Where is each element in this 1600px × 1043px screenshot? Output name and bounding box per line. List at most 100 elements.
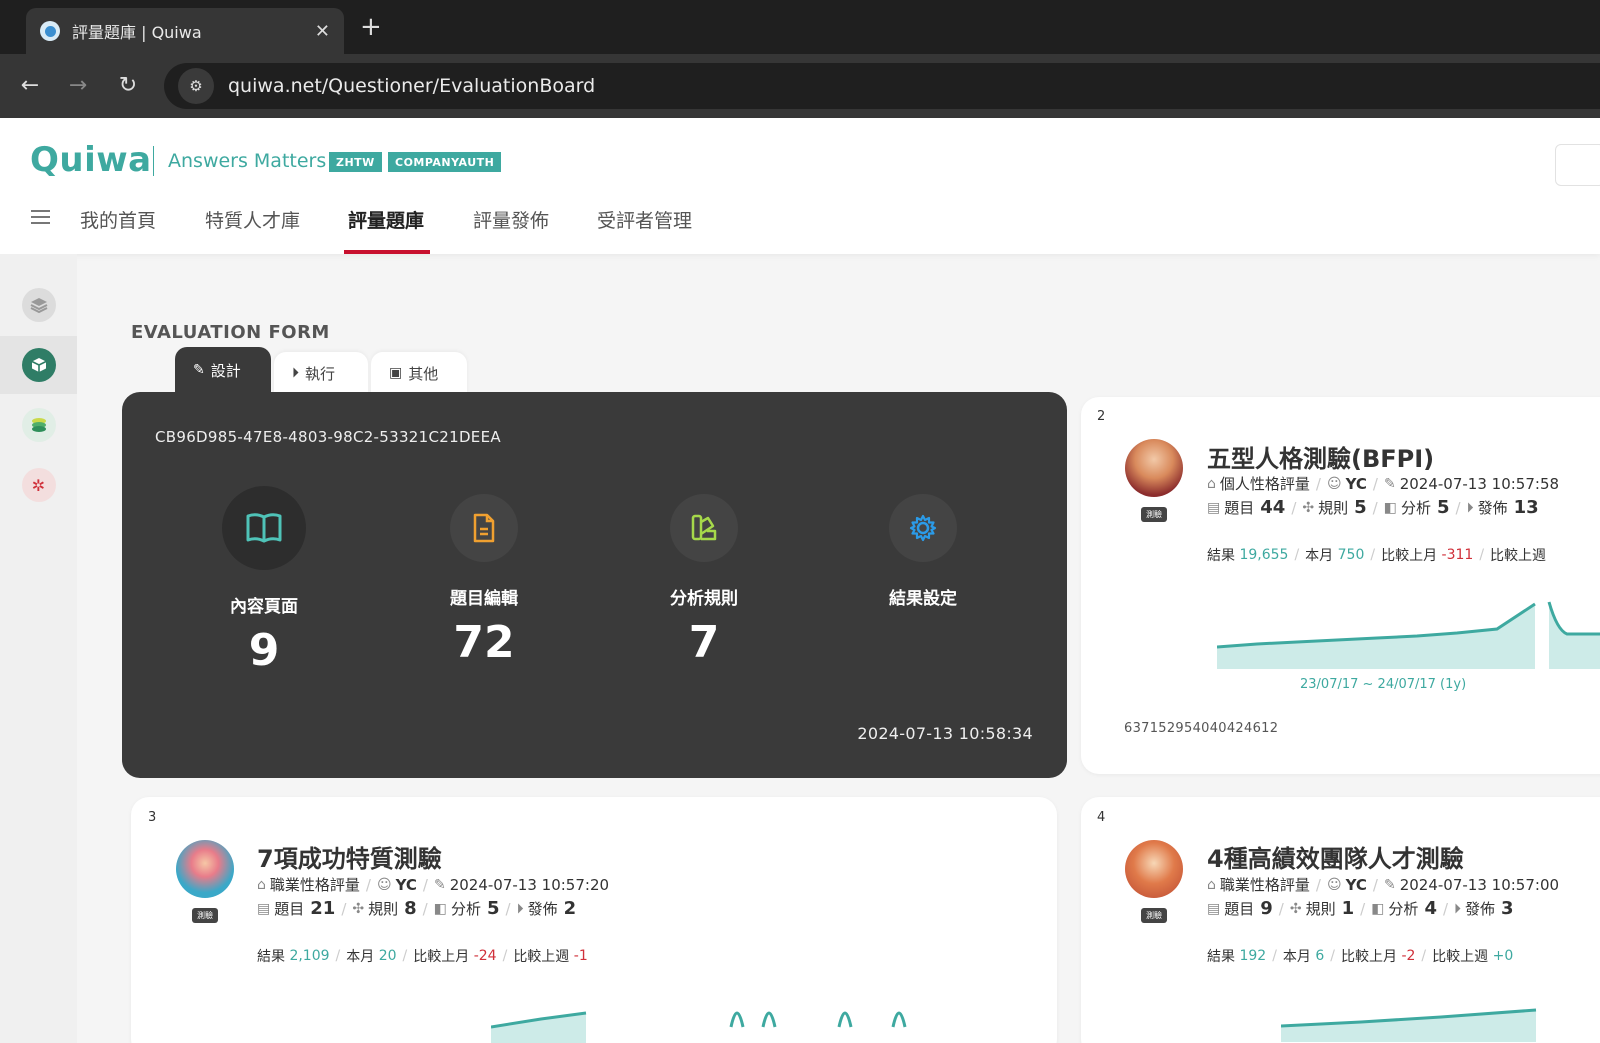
trend-sparkline xyxy=(1281,1008,1537,1042)
palette-icon: ◧ xyxy=(433,900,447,917)
card-counts-line: ▤ 題目 21 /✣ 規則 8 /◧ 分析 5 /⏵ 發佈 2 xyxy=(257,898,577,919)
palette-icon: ◧ xyxy=(1371,900,1385,917)
publish-label: 發佈 xyxy=(1477,499,1508,517)
category: 個人性格評量 xyxy=(1219,475,1310,493)
month-label: 本月 xyxy=(1282,949,1311,965)
card-title[interactable]: 7項成功特質測驗 xyxy=(257,839,442,874)
analysis-count: 5 xyxy=(486,898,500,919)
results-label: 結果 xyxy=(1207,949,1235,965)
questions-label: 題目 xyxy=(1224,499,1255,517)
header-right-control[interactable] xyxy=(1555,144,1600,186)
card-results-line: 結果 2,109 /本月 20 /比較上月 -24 /比較上週 -1 xyxy=(257,948,588,965)
card-number: 2 xyxy=(1097,409,1106,424)
test-type-badge: 測驗 xyxy=(1141,908,1167,923)
book-icon xyxy=(222,486,306,570)
publish-label: 發佈 xyxy=(1465,900,1496,918)
rail-item-forms[interactable] xyxy=(0,336,77,394)
url-text[interactable]: quiwa.net/Questioner/EvaluationBoard xyxy=(228,75,595,97)
reload-icon[interactable]: ↻ xyxy=(113,70,143,100)
active-nav-indicator xyxy=(344,250,430,254)
palette-icon: ◧ xyxy=(1383,499,1397,516)
results-value: 2,109 xyxy=(289,948,330,964)
tab-other[interactable]: ▣ 其他 xyxy=(371,352,467,394)
trend-sparkline xyxy=(1217,601,1600,669)
site-settings-icon[interactable]: ⚙ xyxy=(178,68,214,104)
card-meta-line: ⌂ 個人性格評量 / ☺ YC / ✎ 2024-07-13 10:57:58 xyxy=(1207,474,1560,494)
left-rail: ✲ xyxy=(0,254,77,1043)
nav-respondent-management[interactable]: 受評者管理 xyxy=(597,206,692,233)
forward-icon[interactable]: → xyxy=(63,70,93,100)
play-circle-icon: ⏵ xyxy=(1454,900,1462,917)
chart-range-label: 23/07/17 ~ 24/07/17 (1y) xyxy=(1300,677,1467,692)
browser-tab-strip: 評量題庫 | Quiwa ✕ + xyxy=(0,0,1600,54)
month-value: 750 xyxy=(1337,547,1365,563)
rail-item-coins[interactable] xyxy=(0,396,77,454)
author: YC xyxy=(1345,875,1367,894)
close-tab-icon[interactable]: ✕ xyxy=(315,21,330,42)
quiwa-logo[interactable]: Quiwa xyxy=(30,140,152,180)
user-icon: ☺ xyxy=(376,876,392,893)
card-counts-line: ▤ 題目 9 /✣ 規則 1 /◧ 分析 4 /⏵ 發佈 3 xyxy=(1207,898,1514,919)
browser-tab[interactable]: 評量題庫 | Quiwa ✕ xyxy=(26,8,344,54)
month-value: 20 xyxy=(378,948,397,964)
stat-value: 7 xyxy=(688,617,720,668)
form-card-4[interactable]: 4 測驗 4種高績效團隊人才測驗 ⌂ 職業性格評量 / ☺ YC / ✎ 2024-07-… xyxy=(1081,797,1600,1043)
month-label: 本月 xyxy=(1305,548,1334,564)
url-bar[interactable]: ⚙ quiwa.net/Questioner/EvaluationBoard xyxy=(164,63,1600,109)
box-icon xyxy=(21,348,56,382)
stat-label: 結果設定 xyxy=(889,589,957,609)
tab-execute-label: 執行 xyxy=(305,364,336,383)
analysis-count: 4 xyxy=(1424,898,1437,919)
vs-week-label: 比較上週 xyxy=(1432,949,1489,965)
card-meta-line: ⌂ 職業性格評量 / ☺ YC / ✎ 2024-07-13 10:57:20 xyxy=(257,875,610,895)
document-icon: ▤ xyxy=(257,900,271,917)
tag-icon: ⌂ xyxy=(257,876,266,893)
author: YC xyxy=(395,875,417,894)
vs-week-label: 比較上週 xyxy=(1490,548,1547,564)
vs-week-label: 比較上週 xyxy=(513,949,570,965)
publish-label: 發佈 xyxy=(527,900,558,918)
analysis-label: 分析 xyxy=(1400,499,1431,517)
tab-design[interactable]: ✎ 設計 xyxy=(175,347,271,393)
stat-result-settings[interactable]: 結果設定 xyxy=(823,494,1023,617)
stat-analysis-rules[interactable]: 分析規則 7 xyxy=(604,494,804,668)
new-tab-icon[interactable]: + xyxy=(360,12,382,42)
form-card-3[interactable]: 3 測驗 7項成功特質測驗 ⌂ 職業性格評量 / ☺ YC / ✎ 2024-07-13 … xyxy=(131,797,1057,1043)
form-updated-date: 2024-07-13 10:58:34 xyxy=(857,724,1033,743)
stat-question-edit[interactable]: 題目編輯 72 xyxy=(384,494,584,668)
author: YC xyxy=(1345,474,1367,493)
month-label: 本月 xyxy=(346,949,375,965)
hamburger-menu-icon[interactable] xyxy=(31,210,50,224)
quiwa-favicon-icon xyxy=(40,21,60,41)
play-circle-icon: ⏵ xyxy=(516,900,524,917)
vs-month-value: -24 xyxy=(473,948,497,964)
palette-icon xyxy=(670,494,738,562)
active-form-card: CB96D985-47E8-4803-98C2-53321C21DEEA 內容頁… xyxy=(122,392,1067,778)
document-icon: ▤ xyxy=(1207,900,1221,917)
layers-icon xyxy=(21,288,56,322)
nav-evaluation-bank[interactable]: 評量題庫 xyxy=(348,206,424,233)
coins-icon xyxy=(21,408,56,442)
rules-count: 8 xyxy=(404,898,417,919)
rail-item-bug[interactable]: ✲ xyxy=(0,456,77,514)
stat-content-pages[interactable]: 內容頁面 9 xyxy=(164,486,364,676)
nav-home[interactable]: 我的首頁 xyxy=(80,206,156,233)
back-icon[interactable]: ← xyxy=(15,70,45,100)
card-number: 4 xyxy=(1097,810,1106,825)
card-title[interactable]: 4種高績效團隊人才測驗 xyxy=(1207,839,1464,874)
stat-label: 題目編輯 xyxy=(450,589,518,609)
card-title[interactable]: 五型人格測驗(BFPI) xyxy=(1207,439,1434,474)
rail-item-layers[interactable] xyxy=(0,276,77,334)
bug-icon: ✲ xyxy=(21,468,56,502)
tab-execute[interactable]: ⏵ 執行 xyxy=(274,352,368,394)
form-card-2[interactable]: 2 測驗 五型人格測驗(BFPI) ⌂ 個人性格評量 / ☺ YC / ✎ 2024-07… xyxy=(1081,397,1600,774)
section-title: EVALUATION FORM xyxy=(131,322,330,343)
card-avatar xyxy=(176,840,234,898)
card-avatar xyxy=(1125,439,1183,497)
questions-label: 題目 xyxy=(274,900,305,918)
nav-talent-pool[interactable]: 特質人才庫 xyxy=(205,206,300,233)
publish-count: 3 xyxy=(1501,898,1514,919)
card-id: 637152954040424612 xyxy=(1124,721,1279,736)
nav-evaluation-publish[interactable]: 評量發佈 xyxy=(473,206,549,233)
stat-label: 分析規則 xyxy=(670,589,738,609)
